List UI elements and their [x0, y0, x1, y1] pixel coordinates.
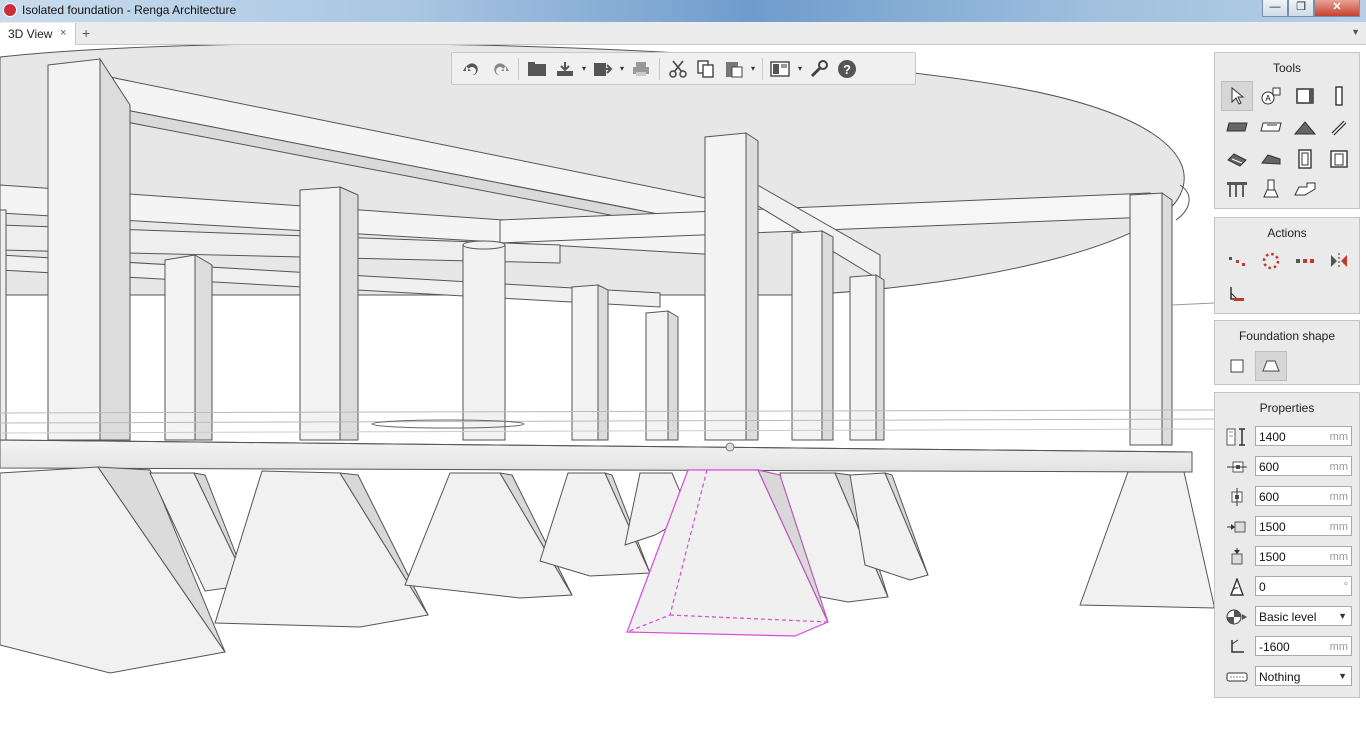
bottom-length-icon [1231, 548, 1243, 565]
floor-icon[interactable] [1221, 113, 1253, 143]
circular-array-icon[interactable] [1255, 246, 1287, 276]
tab-3d-view[interactable]: 3D View × [0, 23, 76, 45]
chevron-down-icon: ▼ [1338, 611, 1347, 621]
import-icon[interactable] [551, 55, 579, 83]
beam-icon[interactable] [1323, 113, 1355, 143]
window-controls: — ❐ ✕ [1262, 0, 1360, 17]
chevron-down-icon: ▼ [1338, 671, 1347, 681]
mirror-icon[interactable] [1323, 246, 1355, 276]
paste-icon[interactable] [720, 55, 748, 83]
slab-icon[interactable] [1255, 113, 1287, 143]
offset-input[interactable]: -1600 mm [1255, 636, 1352, 656]
tools-panel: Tools A [1214, 52, 1360, 209]
window-icon[interactable] [1323, 144, 1355, 174]
bottom-width-icon [1227, 521, 1246, 533]
tab-close-icon[interactable]: × [60, 27, 66, 39]
tab-bar: 3D View × + ▼ [0, 22, 1366, 45]
3d-scene[interactable] [0, 45, 1366, 730]
isolated-foundation-icon[interactable] [1255, 174, 1287, 204]
renga-logo-icon [3, 3, 17, 17]
paste-dropdown[interactable]: ▾ [748, 64, 758, 73]
3d-viewport[interactable] [0, 45, 1366, 730]
maximize-button[interactable]: ❐ [1288, 0, 1314, 17]
level-select[interactable]: Basic level ▼ [1255, 606, 1352, 626]
top-length-icon [1231, 488, 1243, 506]
tab-menu-button[interactable]: ▼ [1351, 27, 1360, 37]
linear-array-icon[interactable] [1221, 246, 1253, 276]
property-material: Nothing ▼ [1223, 666, 1353, 688]
column-icon[interactable] [1323, 81, 1355, 111]
window-title: Isolated foundation - Renga Architecture [22, 3, 237, 17]
property-bottom-length: 1500 mm [1223, 546, 1353, 568]
add-tab-button[interactable]: + [82, 25, 90, 41]
copy-icon[interactable] [692, 55, 720, 83]
angle-input[interactable]: 0 ° [1255, 576, 1352, 596]
bottom-length-input[interactable]: 1500 mm [1255, 546, 1352, 566]
rectangle-shape-icon[interactable] [1221, 351, 1253, 381]
door-icon[interactable] [1289, 144, 1321, 174]
foundation-shape-panel-title: Foundation shape [1238, 329, 1336, 343]
svg-text:A: A [1265, 94, 1271, 103]
trapezoid-shape-icon[interactable] [1255, 351, 1287, 381]
stairs-icon[interactable] [1221, 144, 1253, 174]
railing-icon[interactable] [1221, 174, 1253, 204]
tab-label: 3D View [8, 27, 53, 41]
roof-icon[interactable] [1289, 113, 1321, 143]
help-icon[interactable]: ? [833, 55, 861, 83]
top-width-input[interactable]: 600 mm [1255, 456, 1352, 476]
settings-icon[interactable] [805, 55, 833, 83]
top-length-input[interactable]: 600 mm [1255, 486, 1352, 506]
property-angle: 0 ° [1223, 576, 1353, 598]
height-input[interactable]: 1400 mm [1255, 426, 1352, 446]
copy-array-icon[interactable] [1289, 246, 1321, 276]
properties-panel: Properties 1400 mm 600 mm 600 mm 1500 mm 150… [1214, 392, 1360, 698]
property-level: Basic level ▼ [1223, 606, 1353, 628]
property-top-width: 600 mm [1223, 456, 1353, 478]
level-icon[interactable]: A [1255, 81, 1287, 111]
title-bar: Isolated foundation - Renga Architecture… [0, 0, 1366, 22]
wall-foundation-icon[interactable] [1289, 174, 1321, 204]
print-icon[interactable] [627, 55, 655, 83]
toolbar-separator [518, 57, 519, 80]
main-toolbar: ▾ ▾ ▾ ▾ ? [451, 52, 916, 85]
toolbar-separator [762, 57, 763, 80]
redo-icon[interactable] [486, 55, 514, 83]
minimize-button[interactable]: — [1262, 0, 1288, 17]
bottom-width-input[interactable]: 1500 mm [1255, 516, 1352, 536]
actions-panel: Actions [1214, 217, 1360, 314]
ramp-icon[interactable] [1255, 144, 1287, 174]
angle-icon [1229, 578, 1245, 596]
height-icon [1226, 428, 1245, 446]
toolbar-separator [659, 57, 660, 80]
tools-panel-title: Tools [1272, 61, 1301, 75]
offset-icon [1231, 639, 1244, 653]
export-dropdown[interactable]: ▾ [617, 64, 627, 73]
property-height: 1400 mm [1223, 426, 1353, 448]
actions-panel-title: Actions [1267, 226, 1307, 240]
open-icon[interactable] [523, 55, 551, 83]
foundation-shape-panel: Foundation shape [1214, 320, 1360, 385]
material-icon [1226, 672, 1248, 682]
close-button[interactable]: ✕ [1314, 0, 1360, 17]
properties-panel-title: Properties [1259, 401, 1315, 415]
property-top-length: 600 mm [1223, 486, 1353, 508]
select-icon[interactable] [1221, 81, 1253, 111]
property-offset: -1600 mm [1223, 636, 1353, 658]
set-base-icon[interactable] [1221, 278, 1253, 308]
view-mode-dropdown[interactable]: ▾ [795, 64, 805, 73]
import-dropdown[interactable]: ▾ [579, 64, 589, 73]
wall-icon[interactable] [1289, 81, 1321, 111]
property-bottom-width: 1500 mm [1223, 516, 1353, 538]
top-width-icon [1227, 461, 1247, 473]
material-select[interactable]: Nothing ▼ [1255, 666, 1352, 686]
cut-icon[interactable] [664, 55, 692, 83]
export-icon[interactable] [589, 55, 617, 83]
view-mode-icon[interactable] [767, 55, 795, 83]
undo-icon[interactable] [458, 55, 486, 83]
svg-text:?: ? [843, 62, 851, 77]
level-select-icon [1226, 609, 1247, 625]
